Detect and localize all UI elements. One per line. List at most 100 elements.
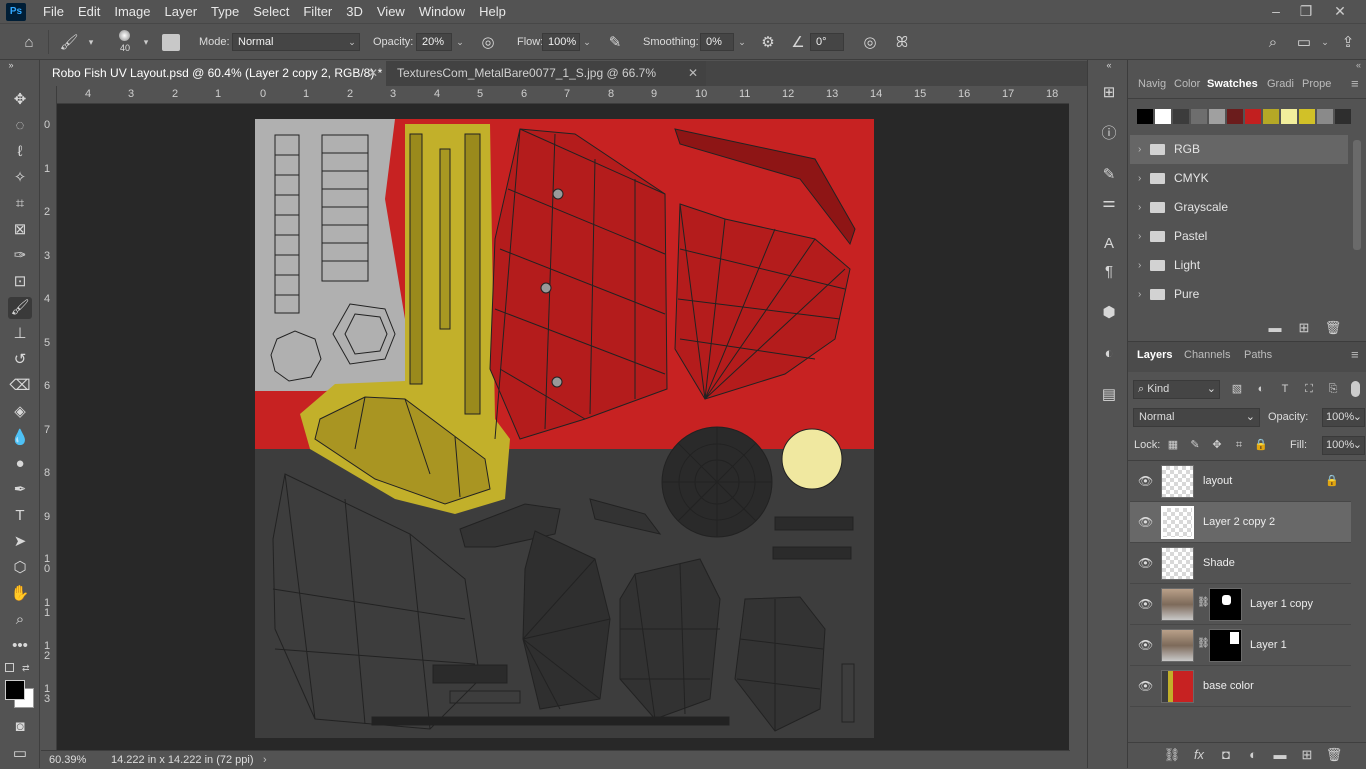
minimize-icon[interactable]: –	[1260, 0, 1292, 23]
libraries-panel-icon[interactable]: ▤	[1098, 384, 1120, 406]
visibility-eye-icon[interactable]: 👁	[1138, 597, 1153, 611]
swatch-group-rgb[interactable]: › RGB	[1130, 135, 1348, 164]
color-swatch[interactable]	[1191, 109, 1207, 124]
lock-transparency-icon[interactable]: ▦	[1163, 436, 1183, 454]
collapse-icon[interactable]: «	[1098, 60, 1120, 70]
tab-properties[interactable]: Prope	[1302, 78, 1331, 90]
visibility-eye-icon[interactable]: 👁	[1138, 515, 1153, 529]
path-select-tool-icon[interactable]: ➤	[8, 531, 32, 553]
layer-mask-thumbnail[interactable]	[1209, 588, 1242, 621]
foreground-color-swatch[interactable]	[5, 680, 25, 700]
tab-robo-fish[interactable]: Robo Fish UV Layout.psd @ 60.4% (Layer 2…	[41, 61, 386, 86]
close-tab-icon[interactable]: ✕	[688, 61, 698, 86]
document-canvas[interactable]	[255, 119, 874, 738]
filter-shape-icon[interactable]: ⛶	[1299, 380, 1319, 398]
close-window-icon[interactable]: ✕	[1324, 0, 1356, 23]
search-icon[interactable]: ⌕	[1262, 32, 1284, 54]
properties-panel-icon[interactable]: ◐	[1098, 343, 1120, 365]
chevron-down-icon[interactable]: ▾	[139, 33, 153, 51]
vertical-scrollbar[interactable]	[1069, 86, 1087, 750]
quick-select-tool-icon[interactable]: ✧	[8, 167, 32, 189]
visibility-eye-icon[interactable]: 👁	[1138, 474, 1153, 488]
color-swatch[interactable]	[1155, 109, 1171, 124]
color-swatch[interactable]	[1263, 109, 1279, 124]
layer-row-layer-2-copy-2[interactable]: 👁 Layer 2 copy 2	[1130, 502, 1351, 543]
swatch-group-cmyk[interactable]: › CMYK	[1130, 164, 1348, 193]
angle-input[interactable]: 0°	[810, 33, 844, 51]
adjustment-layer-icon[interactable]: ◐	[1243, 746, 1263, 764]
symmetry-icon[interactable]: ꕤ	[891, 32, 913, 54]
visibility-eye-icon[interactable]: 👁	[1138, 638, 1153, 652]
lasso-tool-icon[interactable]: ℓ	[8, 141, 32, 163]
move-tool-icon[interactable]: ✥	[8, 89, 32, 111]
pressure-size-icon[interactable]: ◎	[859, 32, 881, 54]
pen-tool-icon[interactable]: ✒	[8, 479, 32, 501]
brush-preset-icon[interactable]: 🖌	[58, 32, 80, 54]
info-panel-icon[interactable]: ⓘ	[1098, 123, 1120, 145]
character-panel-icon[interactable]: A	[1098, 233, 1120, 255]
color-swatch[interactable]	[1281, 109, 1297, 124]
layer-row-layer-1[interactable]: 👁 ⛓ Layer 1	[1130, 625, 1351, 666]
menu-filter[interactable]: Filter	[296, 0, 339, 23]
layer-row-base-color[interactable]: 👁 base color	[1130, 666, 1351, 707]
layer-row-layer-1-copy[interactable]: 👁 ⛓ Layer 1 copy	[1130, 584, 1351, 625]
stamp-tool-icon[interactable]: ⊥	[8, 323, 32, 345]
menu-window[interactable]: Window	[412, 0, 472, 23]
visibility-eye-icon[interactable]: 👁	[1138, 556, 1153, 570]
swatch-group-pastel[interactable]: › Pastel	[1130, 222, 1348, 251]
menu-3d[interactable]: 3D	[339, 0, 370, 23]
color-swatch[interactable]	[1227, 109, 1243, 124]
quick-mask-icon[interactable]: ◙	[8, 716, 32, 738]
fx-icon[interactable]: fx	[1189, 746, 1209, 764]
new-swatch-icon[interactable]: ⊞	[1294, 319, 1314, 337]
marquee-tool-icon[interactable]: ◌	[8, 115, 32, 137]
filter-toggle[interactable]	[1351, 381, 1360, 397]
tab-swatches[interactable]: Swatches	[1207, 78, 1258, 90]
collapse-icon[interactable]: «	[1128, 60, 1366, 70]
swap-colors-icon[interactable]: ⇄	[22, 663, 30, 674]
menu-select[interactable]: Select	[246, 0, 296, 23]
crop-tool-icon[interactable]: ⌗	[8, 193, 32, 215]
swatch-group-light[interactable]: › Light	[1130, 251, 1348, 280]
brush-panel-icon[interactable]: ✎	[1098, 164, 1120, 186]
shape-tool-icon[interactable]: ⬡	[8, 557, 32, 579]
trash-icon[interactable]: 🗑	[1324, 746, 1344, 764]
visibility-eye-icon[interactable]: 👁	[1138, 679, 1153, 693]
frame-tool-icon[interactable]: ⊠	[8, 219, 32, 241]
collapse-icon[interactable]: »	[4, 60, 18, 70]
home-icon[interactable]: ⌂	[18, 32, 40, 54]
lock-position-icon[interactable]: ✥	[1207, 436, 1227, 454]
swatch-group-pure[interactable]: › Pure	[1130, 280, 1348, 309]
dodge-tool-icon[interactable]: ●	[8, 453, 32, 475]
chevron-down-icon[interactable]: ⌄	[735, 33, 749, 51]
brush-settings-icon[interactable]	[162, 34, 180, 51]
type-tool-icon[interactable]: T	[8, 505, 32, 527]
chevron-down-icon[interactable]: ⌄	[580, 33, 594, 51]
color-swatch[interactable]	[1317, 109, 1333, 124]
tab-layers[interactable]: Layers	[1137, 349, 1172, 361]
chevron-down-icon[interactable]: ▾	[84, 33, 98, 51]
lock-all-icon[interactable]: 🔒	[1251, 436, 1271, 454]
layer-opacity-input[interactable]: 100% ⌄	[1322, 408, 1365, 427]
menu-view[interactable]: View	[370, 0, 412, 23]
smoothing-input[interactable]: 0%	[700, 33, 734, 51]
opacity-input[interactable]: 20%	[416, 33, 452, 51]
new-layer-icon[interactable]: ⊞	[1297, 746, 1317, 764]
history-panel-icon[interactable]: ⊞	[1098, 82, 1120, 104]
layer-filter-select[interactable]: ⌕ Kind ⌄	[1133, 380, 1220, 399]
mode-select[interactable]: Normal	[232, 33, 360, 51]
link-icon[interactable]: ⛓	[1197, 597, 1210, 608]
swatches-scrollbar[interactable]	[1353, 140, 1361, 250]
hand-tool-icon[interactable]: ✋	[8, 583, 32, 605]
close-tab-icon[interactable]: ✕	[368, 61, 378, 86]
tab-metal-texture[interactable]: TexturesCom_MetalBare0077_1_S.jpg @ 66.7…	[386, 61, 706, 105]
swatch-group-grayscale[interactable]: › Grayscale	[1130, 193, 1348, 222]
menu-image[interactable]: Image	[107, 0, 157, 23]
chevron-right-icon[interactable]: ›	[263, 751, 267, 769]
flow-input[interactable]: 100%	[542, 33, 580, 51]
menu-type[interactable]: Type	[204, 0, 246, 23]
menu-layer[interactable]: Layer	[158, 0, 205, 23]
menu-help[interactable]: Help	[472, 0, 513, 23]
default-colors-icon[interactable]	[5, 663, 14, 672]
fill-input[interactable]: 100% ⌄	[1322, 436, 1365, 455]
